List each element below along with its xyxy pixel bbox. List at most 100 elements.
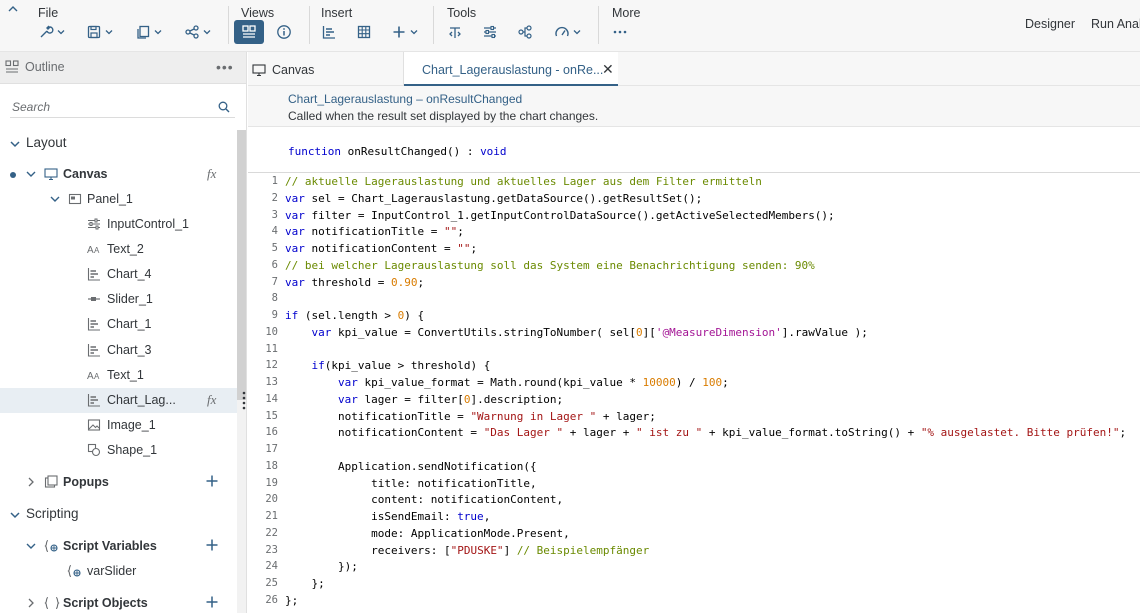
line-number: 4 (271, 225, 278, 238)
code-line[interactable]: 19 title: notificationTitle, (248, 476, 1140, 493)
tree-item-text-1[interactable]: A A Text_1 (0, 363, 237, 388)
code-line[interactable]: 11 (248, 342, 1140, 359)
scrollbar-thumb[interactable] (237, 130, 246, 400)
code-line[interactable]: 13 var kpi_value_format = Math.round(kpi… (248, 375, 1140, 392)
tree-item-chart-1[interactable]: Chart_1 (0, 312, 237, 337)
chevron-down-icon[interactable] (49, 193, 61, 205)
filter-tool-button[interactable] (482, 20, 498, 44)
tree-item-text-2[interactable]: A A Text_2 (0, 237, 237, 262)
tree-item-shape-1[interactable]: Shape_1 (0, 438, 237, 463)
performance-tool-button[interactable] (554, 20, 582, 44)
code-line[interactable]: 21 isSendEmail: true, (248, 509, 1140, 526)
insert-add-button[interactable] (391, 20, 419, 44)
formula-tool-button[interactable] (447, 20, 463, 44)
code-line[interactable]: 20 content: notificationContent, (248, 492, 1140, 509)
tree-item-panel[interactable]: Panel_1 (0, 187, 237, 212)
code-line[interactable]: 22 mode: ApplicationMode.Present, (248, 526, 1140, 543)
tab-chart-lagerauslastung[interactable]: Chart_Lagerauslastung - onRe... ✕ (404, 52, 618, 86)
code-line[interactable]: 9 if (sel.length > 0) { (248, 308, 1140, 325)
tab-canvas[interactable]: Canvas (248, 52, 403, 86)
tree-item-chart-lag[interactable]: Chart_Lag... fx (0, 387, 237, 413)
outline-title: Outline (25, 60, 65, 74)
share-menu-button[interactable] (184, 20, 212, 44)
close-icon[interactable]: ✕ (602, 61, 614, 78)
section-layout[interactable]: Layout (0, 131, 237, 156)
collapse-toolbar-icon[interactable] (6, 2, 20, 16)
code-line[interactable]: 16 notificationContent = "Das Lager " + … (248, 425, 1140, 442)
add-script-variable-icon[interactable] (205, 538, 219, 552)
code-line[interactable]: 15 notificationTitle = "Warnung in Lager… (248, 409, 1140, 426)
signature-keyword: function (288, 145, 341, 158)
code-text: title: notificationTitle, (285, 476, 537, 490)
code-line[interactable]: 25 }; (248, 576, 1140, 593)
run-analytic-link[interactable]: Run Analy (1091, 17, 1140, 31)
hierarchy-tool-button[interactable] (517, 20, 533, 44)
chevron-down-icon (410, 30, 418, 35)
tree-item-image-1[interactable]: Image_1 (0, 413, 237, 438)
code-line[interactable]: 3 var filter = InputControl_1.getInputCon… (248, 208, 1140, 225)
code-text: // bei welcher Lagerauslastung soll das … (285, 258, 815, 272)
chevron-right-icon[interactable] (25, 597, 37, 609)
add-popup-icon[interactable] (205, 474, 219, 488)
code-editor[interactable]: 1 // aktuelle Lagerauslastung und aktuell… (248, 174, 1140, 613)
fx-icon[interactable]: fx (207, 392, 216, 408)
outline-header: Outline ••• (0, 52, 246, 84)
outline-view-button[interactable] (234, 20, 264, 44)
code-line[interactable]: 7 var threshold = 0.90; (248, 275, 1140, 292)
search-icon[interactable] (218, 101, 230, 113)
tree-item-chart-3[interactable]: Chart_3 (0, 338, 237, 363)
line-number: 18 (265, 459, 278, 472)
signature-text: function onResultChanged() : void (288, 145, 507, 158)
script-variable-icon (67, 564, 81, 578)
code-line[interactable]: 5 var notificationContent = ""; (248, 241, 1140, 258)
insert-chart-button[interactable] (321, 20, 337, 44)
code-line[interactable]: 24 }); (248, 559, 1140, 576)
outline-more-button[interactable]: ••• (216, 59, 234, 75)
fx-icon[interactable]: fx (207, 166, 216, 182)
more-button[interactable] (612, 20, 628, 44)
line-number: 10 (265, 325, 278, 338)
code-line[interactable]: 26}; (248, 593, 1140, 610)
save-menu-button[interactable] (86, 20, 114, 44)
code-line[interactable]: 18 Application.sendNotification({ (248, 459, 1140, 476)
info-view-button[interactable] (276, 20, 292, 44)
tree-item-varslider[interactable]: varSlider (0, 559, 237, 584)
code-line[interactable]: 8 (248, 291, 1140, 308)
tools-group-title: Tools (447, 6, 477, 20)
chevron-down-icon[interactable] (25, 168, 37, 180)
tree-item-slider-1[interactable]: Slider_1 (0, 287, 237, 312)
code-line[interactable]: 12 if(kpi_value > threshold) { (248, 358, 1140, 375)
toolbar-separator (228, 6, 229, 44)
code-text: if(kpi_value > threshold) { (311, 359, 491, 373)
designer-link[interactable]: Designer (1025, 17, 1075, 31)
outline-scrollbar[interactable] (237, 130, 246, 613)
code-line[interactable]: 4 var notificationTitle = ""; (248, 224, 1140, 241)
code-line[interactable]: 1 // aktuelle Lagerauslastung und aktuell… (248, 174, 1140, 191)
insert-table-button[interactable] (356, 20, 372, 44)
code-line[interactable]: 14 var lager = filter[0].description; (248, 392, 1140, 409)
gauge-icon (555, 26, 569, 37)
chevron-right-icon[interactable] (25, 476, 37, 488)
add-script-object-icon[interactable] (205, 595, 219, 609)
tree-item-popups[interactable]: Popups (0, 470, 237, 495)
code-line[interactable]: 23 receivers: ["PDUSKE"] // Beispielempf… (248, 543, 1140, 560)
search-input[interactable] (10, 96, 210, 117)
chevron-down-icon[interactable] (25, 540, 37, 552)
event-header: Chart_Lagerauslastung – onResultChanged … (248, 86, 1140, 127)
code-line[interactable]: 2 var sel = Chart_Lagerauslastung.getData… (248, 191, 1140, 208)
tree-item-label: Chart_1 (107, 317, 152, 332)
tree-item-script-variables[interactable]: Script Variables (0, 534, 237, 559)
code-line[interactable]: 17 (248, 442, 1140, 459)
tree-item-chart-4[interactable]: Chart_4 (0, 262, 237, 287)
code-line[interactable]: 6 // bei welcher Lagerauslastung soll das… (248, 258, 1140, 275)
tree-item-script-objects[interactable]: Script Objects (0, 591, 237, 613)
section-scripting[interactable]: Scripting (0, 502, 237, 527)
copy-menu-button[interactable] (135, 20, 163, 44)
code-text: var notificationTitle = ""; (285, 225, 464, 239)
tree-item-inputcontrol-1[interactable]: InputControl_1 (0, 212, 237, 237)
line-number: 15 (265, 409, 278, 422)
edit-menu-button[interactable] (38, 20, 66, 44)
panel-resize-handle[interactable] (242, 390, 246, 410)
tree-item-canvas[interactable]: Canvas fx (0, 162, 237, 187)
code-line[interactable]: 10 var kpi_value = ConvertUtils.stringTo… (248, 325, 1140, 342)
